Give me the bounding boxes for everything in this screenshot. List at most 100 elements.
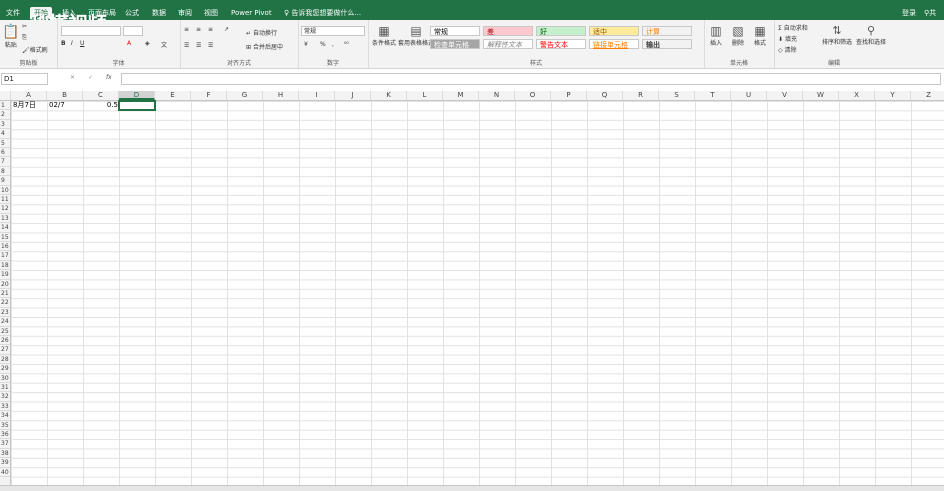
decimal-button[interactable]: ⁰⁰ xyxy=(344,41,349,48)
column-header-b[interactable]: B xyxy=(47,91,83,100)
column-header-g[interactable]: G xyxy=(227,91,263,100)
style-good[interactable]: 好 xyxy=(536,26,586,36)
row-header-17[interactable]: 17 xyxy=(0,251,10,261)
sort-filter-button[interactable]: ⇅ 排序和筛选 xyxy=(822,24,852,46)
share-button[interactable]: ⚲共享 xyxy=(920,7,944,29)
row-header-38[interactable]: 38 xyxy=(0,449,10,459)
find-select-button[interactable]: ⚲ 查找和选择 xyxy=(856,24,886,46)
cell-c1[interactable]: 0.5 xyxy=(84,101,118,110)
row-header-34[interactable]: 34 xyxy=(0,411,10,421)
tell-me-box[interactable]: ♀ 告诉我您想要做什么... xyxy=(280,7,365,19)
merge-center-button[interactable]: ⊞ 合并后居中 xyxy=(246,42,283,51)
align-top-button[interactable]: ≡ xyxy=(184,26,189,33)
fill-color-button[interactable]: ◈ xyxy=(145,40,150,47)
align-bottom-button[interactable]: ≡ xyxy=(208,26,213,33)
column-header-d[interactable]: D xyxy=(119,91,155,100)
autosum-button[interactable]: Σ 自动求和 xyxy=(778,23,808,32)
row-header-5[interactable]: 5 xyxy=(0,139,10,148)
row-header-21[interactable]: 21 xyxy=(0,289,10,299)
copy-button[interactable]: ⎘ xyxy=(22,34,27,42)
column-header-y[interactable]: Y xyxy=(875,91,911,100)
column-header-u[interactable]: U xyxy=(731,91,767,100)
row-header-10[interactable]: 10 xyxy=(0,186,10,195)
currency-button[interactable]: ¥ xyxy=(304,41,308,48)
login-link[interactable]: 登录 xyxy=(898,7,920,19)
cut-button[interactable]: ✂ xyxy=(22,23,27,30)
style-neutral[interactable]: 适中 xyxy=(589,26,639,36)
column-header-x[interactable]: X xyxy=(839,91,875,100)
column-header-j[interactable]: J xyxy=(335,91,371,100)
row-header-40[interactable]: 40 xyxy=(0,468,10,477)
align-center-button[interactable]: ☰ xyxy=(196,42,201,49)
column-header-w[interactable]: W xyxy=(803,91,839,100)
name-box[interactable]: D1 xyxy=(1,73,48,85)
column-header-f[interactable]: F xyxy=(191,91,227,100)
formula-input[interactable] xyxy=(121,73,941,85)
row-header-1[interactable]: 1 xyxy=(0,101,10,111)
column-header-l[interactable]: L xyxy=(407,91,443,100)
style-warning[interactable]: 警告文本 xyxy=(536,39,586,49)
column-header-t[interactable]: T xyxy=(695,91,731,100)
row-header-15[interactable]: 15 xyxy=(0,233,10,242)
tab-data[interactable]: 数据 xyxy=(148,7,170,19)
column-header-e[interactable]: E xyxy=(155,91,191,100)
tab-view[interactable]: 视图 xyxy=(200,7,222,19)
italic-button[interactable]: I xyxy=(71,40,73,47)
format-painter-button[interactable]: 🖌格式刷 xyxy=(22,45,48,54)
style-calculation[interactable]: 计算 xyxy=(642,26,692,36)
column-header-c[interactable]: C xyxy=(83,91,119,100)
column-header-q[interactable]: Q xyxy=(587,91,623,100)
align-middle-button[interactable]: ≡ xyxy=(196,26,201,33)
column-header-z[interactable]: Z xyxy=(911,91,944,100)
tab-power-pivot[interactable]: Power Pivot xyxy=(227,7,276,19)
column-header-s[interactable]: S xyxy=(659,91,695,100)
column-header-h[interactable]: H xyxy=(263,91,299,100)
tab-review[interactable]: 审阅 xyxy=(174,7,196,19)
row-header-23[interactable]: 23 xyxy=(0,308,10,318)
row-header-13[interactable]: 13 xyxy=(0,214,10,224)
format-cells-button[interactable]: ▦ 格式 xyxy=(754,24,766,47)
row-header-16[interactable]: 16 xyxy=(0,242,10,252)
column-header-a[interactable]: A xyxy=(11,91,47,100)
row-header-31[interactable]: 31 xyxy=(0,383,10,393)
font-color-button[interactable]: A xyxy=(127,40,131,47)
insert-cells-button[interactable]: ▥ 插入 xyxy=(710,24,722,47)
column-header-n[interactable]: N xyxy=(479,91,515,100)
function-icon[interactable]: fx xyxy=(106,74,112,81)
row-header-33[interactable]: 33 xyxy=(0,402,10,412)
column-header-m[interactable]: M xyxy=(443,91,479,100)
column-header-o[interactable]: O xyxy=(515,91,551,100)
sheet-tab-bar[interactable] xyxy=(0,485,944,491)
row-header-25[interactable]: 25 xyxy=(0,327,10,336)
clear-button[interactable]: ◇ 清除 xyxy=(778,45,797,54)
table-format-button[interactable]: ▤ 套用表格格式 xyxy=(398,24,434,47)
row-header-26[interactable]: 26 xyxy=(0,336,10,346)
align-right-button[interactable]: ☰ xyxy=(208,42,213,49)
pinyin-button[interactable]: 文 xyxy=(161,40,167,49)
number-format-combo[interactable]: 常规 xyxy=(301,26,365,36)
column-header-i[interactable]: I xyxy=(299,91,335,100)
row-header-9[interactable]: 9 xyxy=(0,176,10,186)
row-header-8[interactable]: 8 xyxy=(0,167,10,177)
column-header-v[interactable]: V xyxy=(767,91,803,100)
enter-icon[interactable]: ✓ xyxy=(88,74,93,81)
row-header-6[interactable]: 6 xyxy=(0,148,10,158)
style-output[interactable]: 输出 xyxy=(642,39,692,49)
orientation-button[interactable]: ↗ xyxy=(224,26,229,33)
cell-area[interactable]: 8月7日 02/7 0.5 xyxy=(11,100,944,485)
row-header-39[interactable]: 39 xyxy=(0,458,10,468)
conditional-format-button[interactable]: ▦ 条件格式 xyxy=(372,24,396,47)
bold-button[interactable]: B xyxy=(61,40,66,47)
row-header-28[interactable]: 28 xyxy=(0,355,10,365)
row-header-3[interactable]: 3 xyxy=(0,120,10,130)
row-header-29[interactable]: 29 xyxy=(0,364,10,374)
column-header-r[interactable]: R xyxy=(623,91,659,100)
font-size-combo[interactable] xyxy=(123,26,143,36)
row-header-32[interactable]: 32 xyxy=(0,392,10,402)
row-header-4[interactable]: 4 xyxy=(0,129,10,139)
row-header-18[interactable]: 18 xyxy=(0,261,10,271)
delete-cells-button[interactable]: ▧ 删除 xyxy=(732,24,744,47)
row-header-27[interactable]: 27 xyxy=(0,345,10,355)
comma-button[interactable]: , xyxy=(332,41,334,48)
cell-b1[interactable]: 02/7 xyxy=(48,101,82,110)
